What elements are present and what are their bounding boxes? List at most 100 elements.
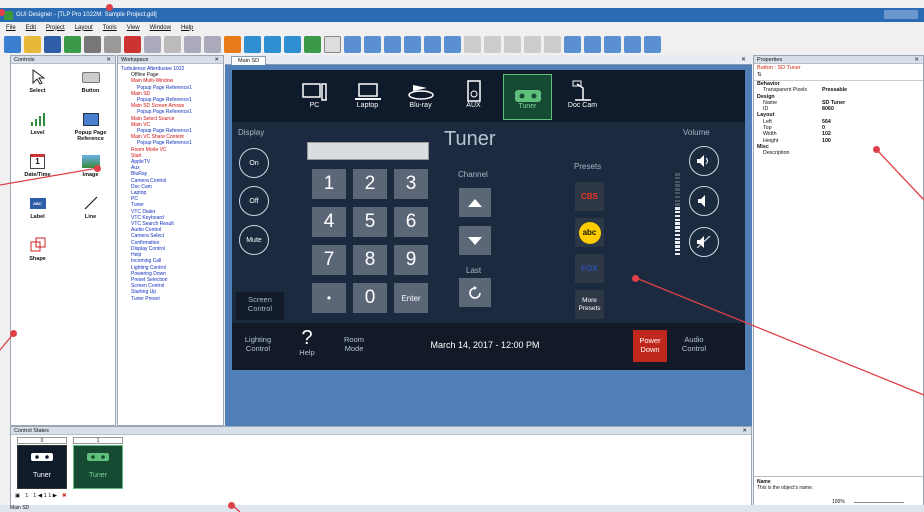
keypad-key[interactable]: 7 [312, 245, 346, 275]
window-controls[interactable] [884, 10, 918, 19]
volume-mute-button[interactable] [689, 227, 719, 257]
page-navigation[interactable]: 1 ◀ 1 1 ▶ [33, 493, 57, 499]
menu-tools[interactable]: Tools [103, 25, 117, 31]
undo-icon[interactable] [184, 35, 201, 53]
source-tuner[interactable]: Tuner [503, 74, 552, 120]
keypad-key[interactable]: 5 [353, 207, 387, 237]
keypad-key[interactable]: 0 [353, 283, 387, 313]
control-label[interactable]: ABC Label [11, 194, 64, 228]
display-mute-button[interactable]: Mute [239, 225, 269, 255]
menu-layout[interactable]: Layout [75, 25, 93, 31]
keypad-key[interactable]: 2 [353, 169, 387, 199]
keypad-key[interactable]: • [312, 283, 346, 313]
close-tab-icon[interactable]: ✕ [741, 56, 746, 63]
keypad-key[interactable]: 8 [353, 245, 387, 275]
more-presets-button[interactable]: More Presets [575, 290, 604, 319]
copy-icon[interactable] [144, 35, 161, 53]
keypad-key[interactable]: 6 [394, 207, 428, 237]
state-0-thumb[interactable]: Tuner [17, 445, 67, 489]
tab-main-sd[interactable]: Main SD [231, 56, 267, 65]
new-icon[interactable] [4, 35, 21, 53]
cut-icon[interactable] [124, 35, 141, 53]
same-height-icon[interactable] [484, 35, 501, 53]
align-left-icon[interactable] [344, 35, 361, 53]
menu-window[interactable]: Window [150, 25, 171, 31]
same-size-icon[interactable] [504, 35, 521, 53]
menu-project[interactable]: Project [46, 25, 65, 31]
source-pc[interactable]: PC [290, 74, 339, 120]
control-popup-page[interactable]: Popup Page Reference [64, 110, 117, 144]
display-off-button[interactable]: Off [239, 186, 269, 216]
check-icon[interactable] [304, 35, 321, 53]
center-h-icon[interactable] [604, 35, 621, 53]
power-down-button[interactable]: Power Down [633, 330, 667, 362]
save-icon[interactable] [44, 35, 61, 53]
keypad-key[interactable]: Enter [394, 283, 428, 313]
tree-item[interactable]: Tuner Preset [121, 296, 220, 302]
property-row[interactable]: Description [754, 150, 923, 156]
redo-icon[interactable] [204, 35, 221, 53]
channel-down-button[interactable] [459, 226, 491, 255]
source-laptop[interactable]: Laptop [343, 74, 392, 120]
sort-icon[interactable]: ⇅ [757, 72, 762, 78]
open-icon[interactable] [24, 35, 41, 53]
keypad-key[interactable]: 9 [394, 245, 428, 275]
control-level[interactable]: Level [11, 110, 64, 144]
align-top-icon[interactable] [404, 35, 421, 53]
menu-edit[interactable]: Edit [26, 25, 36, 31]
lighting-control-button[interactable]: Lighting Control [238, 335, 278, 353]
align-right-icon[interactable] [384, 35, 401, 53]
upload-icon[interactable] [264, 35, 281, 53]
menu-view[interactable]: View [127, 25, 140, 31]
preview-icon[interactable] [104, 35, 121, 53]
order-icon[interactable] [644, 35, 661, 53]
preset-fox-button[interactable]: FOX [575, 254, 604, 283]
volume-segment [675, 210, 680, 214]
id-icon[interactable] [224, 35, 241, 53]
omega-icon[interactable] [324, 35, 341, 53]
align-bottom-icon[interactable] [444, 35, 461, 53]
center-v-icon[interactable] [624, 35, 641, 53]
help-button[interactable]: ? Help [292, 328, 322, 357]
keypad-key[interactable]: 4 [312, 207, 346, 237]
control-image[interactable]: Image [64, 152, 117, 186]
paste-icon[interactable] [164, 35, 181, 53]
delete-icon[interactable]: ✖ [62, 493, 67, 499]
align-center-icon[interactable] [364, 35, 381, 53]
control-button[interactable]: Button [64, 68, 117, 102]
control-datetime[interactable]: 1 Date/Time [11, 152, 64, 186]
build-icon[interactable] [64, 35, 81, 53]
send-icon[interactable] [284, 35, 301, 53]
state-1-thumb[interactable]: Tuner [73, 445, 123, 489]
volume-down-button[interactable] [689, 186, 719, 216]
screen-control-button[interactable]: Screen Control [236, 292, 284, 320]
distribute-v-icon[interactable] [584, 35, 601, 53]
preset-abc-button[interactable]: abc [575, 218, 604, 247]
menu-file[interactable]: File [6, 25, 16, 31]
distribute-icon[interactable] [564, 35, 581, 53]
print-icon[interactable] [84, 35, 101, 53]
keypad-key[interactable]: 3 [394, 169, 428, 199]
menu-help[interactable]: Help [181, 25, 193, 31]
emulate-icon[interactable] [244, 35, 261, 53]
layer-icon[interactable]: ▣ [15, 493, 20, 499]
keypad-key[interactable]: 1 [312, 169, 346, 199]
source-bluray[interactable]: Blu-ray [396, 74, 445, 120]
space-h-icon[interactable] [524, 35, 541, 53]
space-v-icon[interactable] [544, 35, 561, 53]
source-aux[interactable]: AUX [449, 74, 498, 120]
control-select[interactable]: Select [11, 68, 64, 102]
align-middle-icon[interactable] [424, 35, 441, 53]
control-shape[interactable]: Shape [11, 236, 64, 270]
zoom-slider[interactable] [854, 502, 904, 503]
control-line[interactable]: Line [64, 194, 117, 228]
source-doc-cam[interactable]: Doc Cam [558, 74, 607, 120]
display-on-button[interactable]: On [239, 148, 269, 178]
audio-control-button[interactable]: Audio Control [674, 335, 714, 353]
same-width-icon[interactable] [464, 35, 481, 53]
preset-cbs-button[interactable]: CBS [575, 182, 604, 211]
last-channel-button[interactable] [459, 278, 491, 307]
room-mode-button[interactable]: Room Mode [336, 335, 372, 353]
channel-up-button[interactable] [459, 188, 491, 217]
volume-up-button[interactable] [689, 146, 719, 176]
